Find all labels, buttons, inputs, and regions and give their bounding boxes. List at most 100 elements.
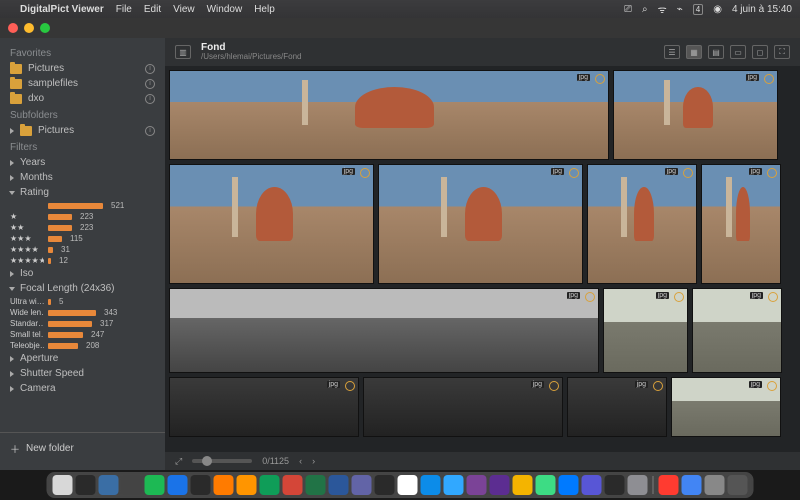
rating-row[interactable]: ★★ 223 (0, 222, 165, 233)
expand-icon[interactable]: ⤢ (175, 456, 182, 467)
menubar-clock[interactable]: 4 juin à 15:40 (732, 4, 792, 15)
dock-app-icon[interactable] (375, 475, 395, 495)
screen-share-icon[interactable]: ⎚ (624, 4, 632, 15)
favorite-item[interactable]: samplefiles i (0, 76, 165, 91)
dock-app-icon[interactable] (444, 475, 464, 495)
dock-app-icon[interactable] (352, 475, 372, 495)
dock-app-icon[interactable] (122, 475, 142, 495)
focal-row[interactable]: Ultra wi… 5 (0, 296, 165, 307)
rating-ring-icon[interactable] (585, 292, 595, 302)
dock-app-icon[interactable] (283, 475, 303, 495)
rating-ring-icon[interactable] (595, 74, 605, 84)
dock-app-icon[interactable] (53, 475, 73, 495)
sidebar-toggle-icon[interactable]: ▥ (175, 45, 191, 59)
dock-app-icon[interactable] (682, 475, 702, 495)
thumbnail[interactable]: jpg (671, 377, 781, 437)
thumbnail[interactable]: jpg (363, 377, 563, 437)
filter-group[interactable]: Camera (0, 381, 165, 396)
control-center-icon[interactable]: ⌁ (677, 4, 683, 15)
dock-app-icon[interactable] (191, 475, 211, 495)
rating-ring-icon[interactable] (360, 168, 370, 178)
dock-app-icon[interactable] (559, 475, 579, 495)
filter-group[interactable]: Aperture (0, 351, 165, 366)
dock-app-icon[interactable] (260, 475, 280, 495)
thumbnail[interactable]: jpg (692, 288, 782, 373)
rating-ring-icon[interactable] (767, 381, 777, 391)
new-folder-button[interactable]: ＋ New folder (0, 432, 165, 464)
rating-ring-icon[interactable] (345, 381, 355, 391)
chevron-left-icon[interactable]: ‹ (299, 456, 302, 466)
filter-group[interactable]: Rating (0, 185, 165, 200)
rating-row[interactable]: ★ 223 (0, 211, 165, 222)
thumbnail[interactable]: jpg (169, 377, 359, 437)
dock-app-icon[interactable] (398, 475, 418, 495)
rating-ring-icon[interactable] (674, 292, 684, 302)
thumbnail[interactable]: jpg (701, 164, 781, 284)
list-view-button[interactable]: ☰ (664, 45, 680, 59)
filter-group[interactable]: Focal Length (24x36) (0, 281, 165, 296)
focal-row[interactable]: Teleobje… 208 (0, 340, 165, 351)
menu-edit[interactable]: Edit (144, 4, 161, 15)
rating-ring-icon[interactable] (549, 381, 559, 391)
app-name[interactable]: DigitalPict Viewer (20, 4, 104, 15)
info-icon[interactable]: i (145, 64, 155, 74)
zoom-window-button[interactable] (40, 23, 50, 33)
dock-app-icon[interactable] (421, 475, 441, 495)
dock-app-icon[interactable] (728, 475, 748, 495)
menu-help[interactable]: Help (254, 4, 275, 15)
filter-group[interactable]: Months (0, 170, 165, 185)
focal-row[interactable]: Wide len… 343 (0, 307, 165, 318)
user-switch-icon[interactable]: ◉ (713, 4, 722, 15)
focal-row[interactable]: Standar… 317 (0, 318, 165, 329)
rating-row[interactable]: 521 (0, 200, 165, 211)
dock-app-icon[interactable] (605, 475, 625, 495)
search-icon[interactable]: ⌕ (642, 4, 648, 15)
dock-app-icon[interactable] (467, 475, 487, 495)
grid-small-button[interactable]: ▦ (686, 45, 702, 59)
single-button[interactable]: ◻ (752, 45, 768, 59)
fullscreen-button[interactable]: ⛶ (774, 45, 790, 59)
dock-app-icon[interactable] (536, 475, 556, 495)
status-number[interactable]: 4 (693, 4, 703, 15)
rating-ring-icon[interactable] (653, 381, 663, 391)
zoom-slider[interactable] (192, 459, 252, 463)
filter-group[interactable]: Years (0, 155, 165, 170)
filmstrip-button[interactable]: ▭ (730, 45, 746, 59)
dock-app-icon[interactable] (329, 475, 349, 495)
dock-app-icon[interactable] (628, 475, 648, 495)
thumbnail[interactable]: jpg (169, 288, 599, 373)
rating-ring-icon[interactable] (767, 168, 777, 178)
thumbnail[interactable]: jpg (613, 70, 778, 160)
dock-app-icon[interactable] (145, 475, 165, 495)
menu-view[interactable]: View (173, 4, 195, 15)
thumbnail[interactable]: jpg (603, 288, 688, 373)
subfolder-item[interactable]: Pictures i (0, 123, 165, 138)
dock-app-icon[interactable] (490, 475, 510, 495)
rating-ring-icon[interactable] (764, 74, 774, 84)
rating-row[interactable]: ★★★★ 31 (0, 244, 165, 255)
filter-group[interactable]: Iso (0, 266, 165, 281)
thumbnail[interactable]: jpg (567, 377, 667, 437)
info-icon[interactable]: i (145, 79, 155, 89)
wifi-icon[interactable]: ᯤ (658, 2, 667, 16)
menu-file[interactable]: File (116, 4, 132, 15)
info-icon[interactable]: i (145, 126, 155, 136)
thumbnail[interactable]: jpg (169, 70, 609, 160)
rating-ring-icon[interactable] (768, 292, 778, 302)
menu-window[interactable]: Window (207, 4, 243, 15)
grid-large-button[interactable]: ▤ (708, 45, 724, 59)
dock-app-icon[interactable] (582, 475, 602, 495)
rating-ring-icon[interactable] (569, 168, 579, 178)
thumbnail[interactable]: jpg (378, 164, 583, 284)
dock-app-icon[interactable] (306, 475, 326, 495)
thumbnail[interactable]: jpg (587, 164, 697, 284)
rating-ring-icon[interactable] (683, 168, 693, 178)
rating-row[interactable]: ★★★ 115 (0, 233, 165, 244)
minimize-window-button[interactable] (24, 23, 34, 33)
dock-app-icon[interactable] (99, 475, 119, 495)
dock-app-icon[interactable] (659, 475, 679, 495)
rating-row[interactable]: ★★★★★ 12 (0, 255, 165, 266)
favorite-item[interactable]: dxo i (0, 91, 165, 106)
chevron-right-icon[interactable]: › (312, 456, 315, 466)
thumbnail[interactable]: jpg (169, 164, 374, 284)
